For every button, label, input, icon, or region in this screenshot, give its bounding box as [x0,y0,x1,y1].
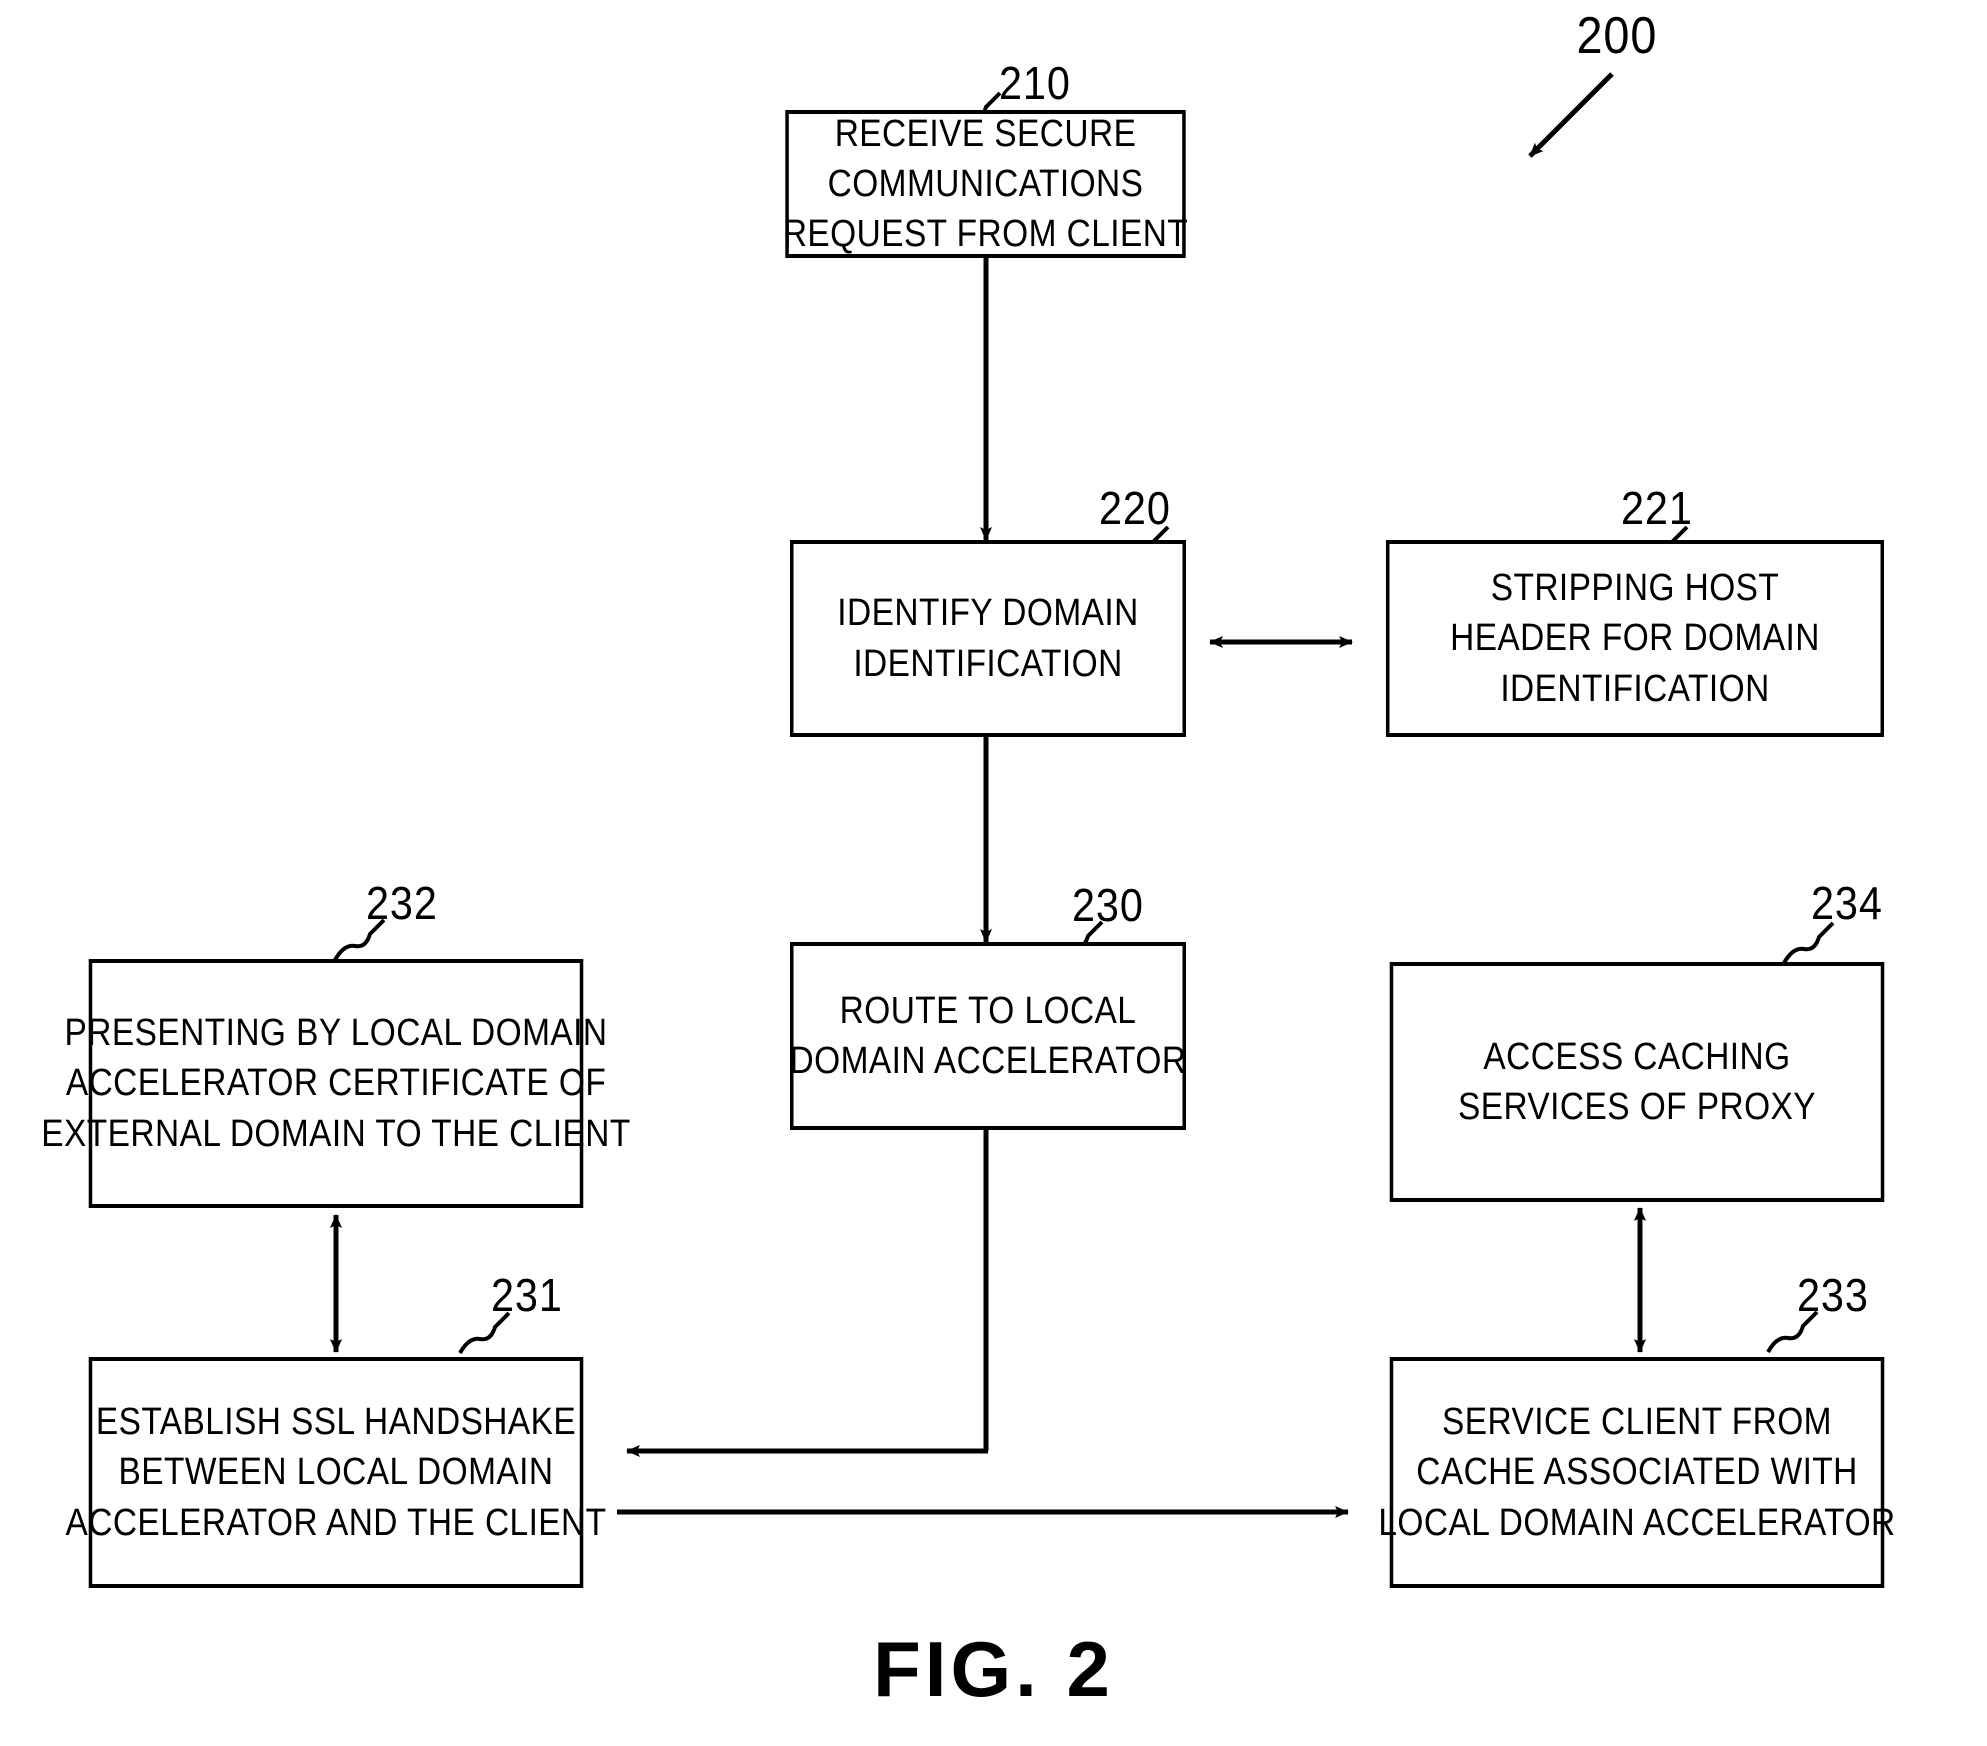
node-210-line-2: COMMUNICATIONS [827,162,1144,205]
refnum-210: 210 [998,57,1071,109]
node-210-line-3: REQUEST FROM CLIENT [782,213,1189,256]
figure-caption: FIG. 2 [873,1625,1114,1713]
refnum-230: 230 [1071,879,1144,931]
node-220-line-2: IDENTIFICATION [853,642,1123,685]
node-stripping-host-header: STRIPPING HOST HEADER FOR DOMAIN IDENTIF… [1385,540,1885,737]
node-presenting-certificate: PRESENTING BY LOCAL DOMAIN ACCELERATOR C… [41,959,630,1208]
node-231-line-2: BETWEEN LOCAL DOMAIN [118,1451,554,1494]
node-access-caching-services: ACCESS CACHING SERVICES OF PROXY [1389,962,1885,1202]
node-221-line-1: STRIPPING HOST [1490,567,1780,610]
node-220-line-1: IDENTIFY DOMAIN [837,592,1139,635]
node-receive-secure-request: RECEIVE SECURE COMMUNICATIONS REQUEST FR… [782,110,1189,258]
node-221-line-2: HEADER FOR DOMAIN [1450,617,1820,660]
node-establish-ssl-handshake: ESTABLISH SSL HANDSHAKE BETWEEN LOCAL DO… [65,1357,606,1588]
node-234-line-1: ACCESS CACHING [1483,1035,1791,1078]
system-leader-arrow [1528,72,1614,158]
node-233-line-2: CACHE ASSOCIATED WITH [1416,1451,1858,1494]
node-identify-domain: IDENTIFY DOMAIN IDENTIFICATION [790,540,1186,737]
node-233-line-1: SERVICE CLIENT FROM [1442,1401,1832,1444]
node-221-line-3: IDENTIFICATION [1500,667,1770,710]
system-numeral-200: 200 [1576,7,1658,65]
node-route-to-local-accelerator: ROUTE TO LOCAL DOMAIN ACCELERATOR [790,942,1186,1130]
patent-figure-2: 200 210 RECEIVE SECURE COMMUNICATIONS RE… [0,0,1987,1746]
node-231-line-3: ACCELERATOR AND THE CLIENT [65,1501,607,1544]
refnum-221: 221 [1620,482,1693,534]
node-233-line-3: LOCAL DOMAIN ACCELERATOR [1378,1501,1896,1544]
refnum-234: 234 [1810,877,1883,929]
node-service-client-from-cache: SERVICE CLIENT FROM CACHE ASSOCIATED WIT… [1378,1357,1895,1588]
refnum-232: 232 [365,877,438,929]
refnum-233: 233 [1796,1269,1869,1321]
arrow-230-to-231 [626,1130,989,1457]
node-231-line-1: ESTABLISH SSL HANDSHAKE [95,1401,577,1444]
node-232-line-2: ACCELERATOR CERTIFICATE OF [65,1062,607,1105]
node-232-line-3: EXTERNAL DOMAIN TO THE CLIENT [41,1112,631,1155]
node-230-line-1: ROUTE TO LOCAL [839,989,1137,1032]
refnum-231: 231 [490,1269,563,1321]
node-234-line-2: SERVICES OF PROXY [1457,1086,1817,1128]
node-210-line-1: RECEIVE SECURE [834,112,1137,155]
refnum-220: 220 [1098,482,1171,534]
node-232-line-1: PRESENTING BY LOCAL DOMAIN [64,1012,608,1055]
node-230-line-2: DOMAIN ACCELERATOR [789,1040,1187,1082]
